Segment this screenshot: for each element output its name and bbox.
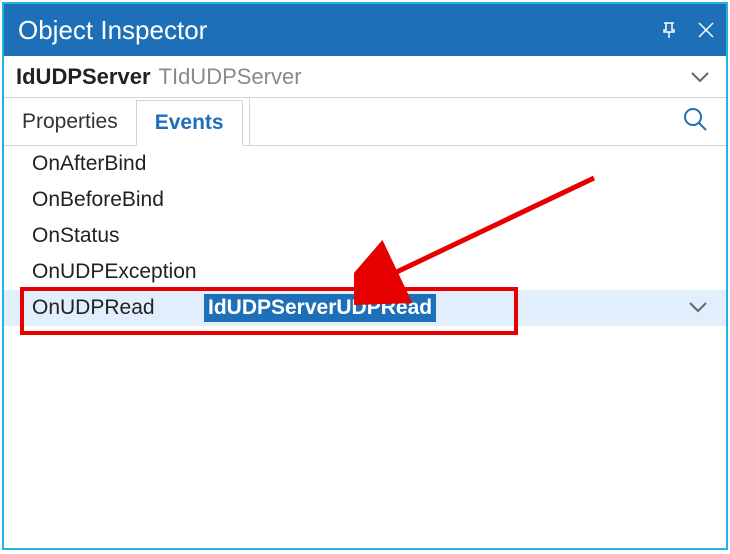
window-title: Object Inspector	[18, 15, 207, 46]
event-row-selected[interactable]: OnUDPRead IdUDPServerUDPRead	[4, 290, 726, 326]
tabs-row: Properties Events	[4, 98, 726, 146]
event-row[interactable]: OnStatus	[4, 218, 726, 254]
event-row[interactable]: OnAfterBind	[4, 146, 726, 182]
tab-properties-label: Properties	[22, 110, 118, 134]
search-icon[interactable]	[682, 106, 708, 137]
panel-frame: Object Inspector IdUDPServer TIdUDPServe…	[2, 2, 728, 550]
object-type: TIdUDPServer	[159, 64, 302, 90]
chevron-down-icon	[690, 64, 710, 90]
tab-properties[interactable]: Properties	[4, 98, 136, 145]
object-name: IdUDPServer	[16, 64, 151, 90]
titlebar: Object Inspector	[4, 4, 726, 56]
search-area	[249, 98, 726, 145]
event-name: OnAfterBind	[4, 152, 204, 176]
object-selector[interactable]: IdUDPServer TIdUDPServer	[4, 56, 726, 98]
event-name: OnStatus	[4, 224, 204, 248]
event-grid: OnAfterBind OnBeforeBind OnStatus OnUDPE…	[4, 146, 726, 326]
chevron-down-icon[interactable]	[688, 296, 708, 320]
event-row[interactable]: OnUDPException	[4, 254, 726, 290]
event-name: OnUDPException	[4, 260, 204, 284]
titlebar-controls	[660, 4, 716, 56]
event-name: OnUDPRead	[4, 296, 204, 320]
tab-events-label: Events	[155, 111, 224, 135]
pin-icon[interactable]	[660, 21, 678, 39]
close-icon[interactable]	[696, 20, 716, 40]
search-input[interactable]	[250, 111, 682, 132]
event-value-input[interactable]: IdUDPServerUDPRead	[204, 294, 436, 322]
tab-events[interactable]: Events	[136, 100, 243, 146]
event-name: OnBeforeBind	[4, 188, 204, 212]
event-row[interactable]: OnBeforeBind	[4, 182, 726, 218]
